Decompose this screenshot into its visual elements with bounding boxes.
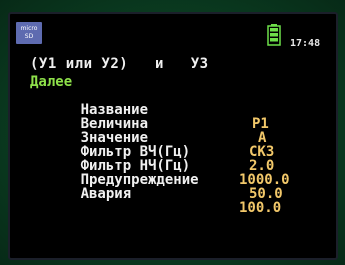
menu-row-alarm[interactable]: Авария 100.0	[30, 173, 282, 229]
menu-item-next[interactable]: Далее	[30, 75, 72, 89]
sd-icon-line1: micro	[20, 25, 38, 32]
channel-header: (У1 или У2) и У3	[30, 56, 209, 72]
battery-full-icon	[267, 24, 281, 46]
clock-time: 17:48	[290, 38, 321, 49]
device-bezel: micro SD 17:48 (У1 или У2) и У3 Далее На…	[0, 0, 345, 265]
row-value: 1000.0	[239, 172, 290, 188]
row-value: 50.0	[249, 186, 283, 202]
row-value: 100.0	[239, 200, 282, 216]
row-value: A	[258, 130, 267, 146]
row-value: СКЗ	[249, 144, 275, 160]
row-label: Авария	[80, 186, 132, 202]
row-value: P1	[252, 116, 269, 132]
sd-icon-line2: SD	[24, 33, 34, 40]
lcd-screen: micro SD 17:48 (У1 или У2) и У3 Далее На…	[8, 12, 338, 260]
row-value: 2.0	[249, 158, 275, 174]
sd-card-icon: micro SD	[16, 22, 42, 44]
